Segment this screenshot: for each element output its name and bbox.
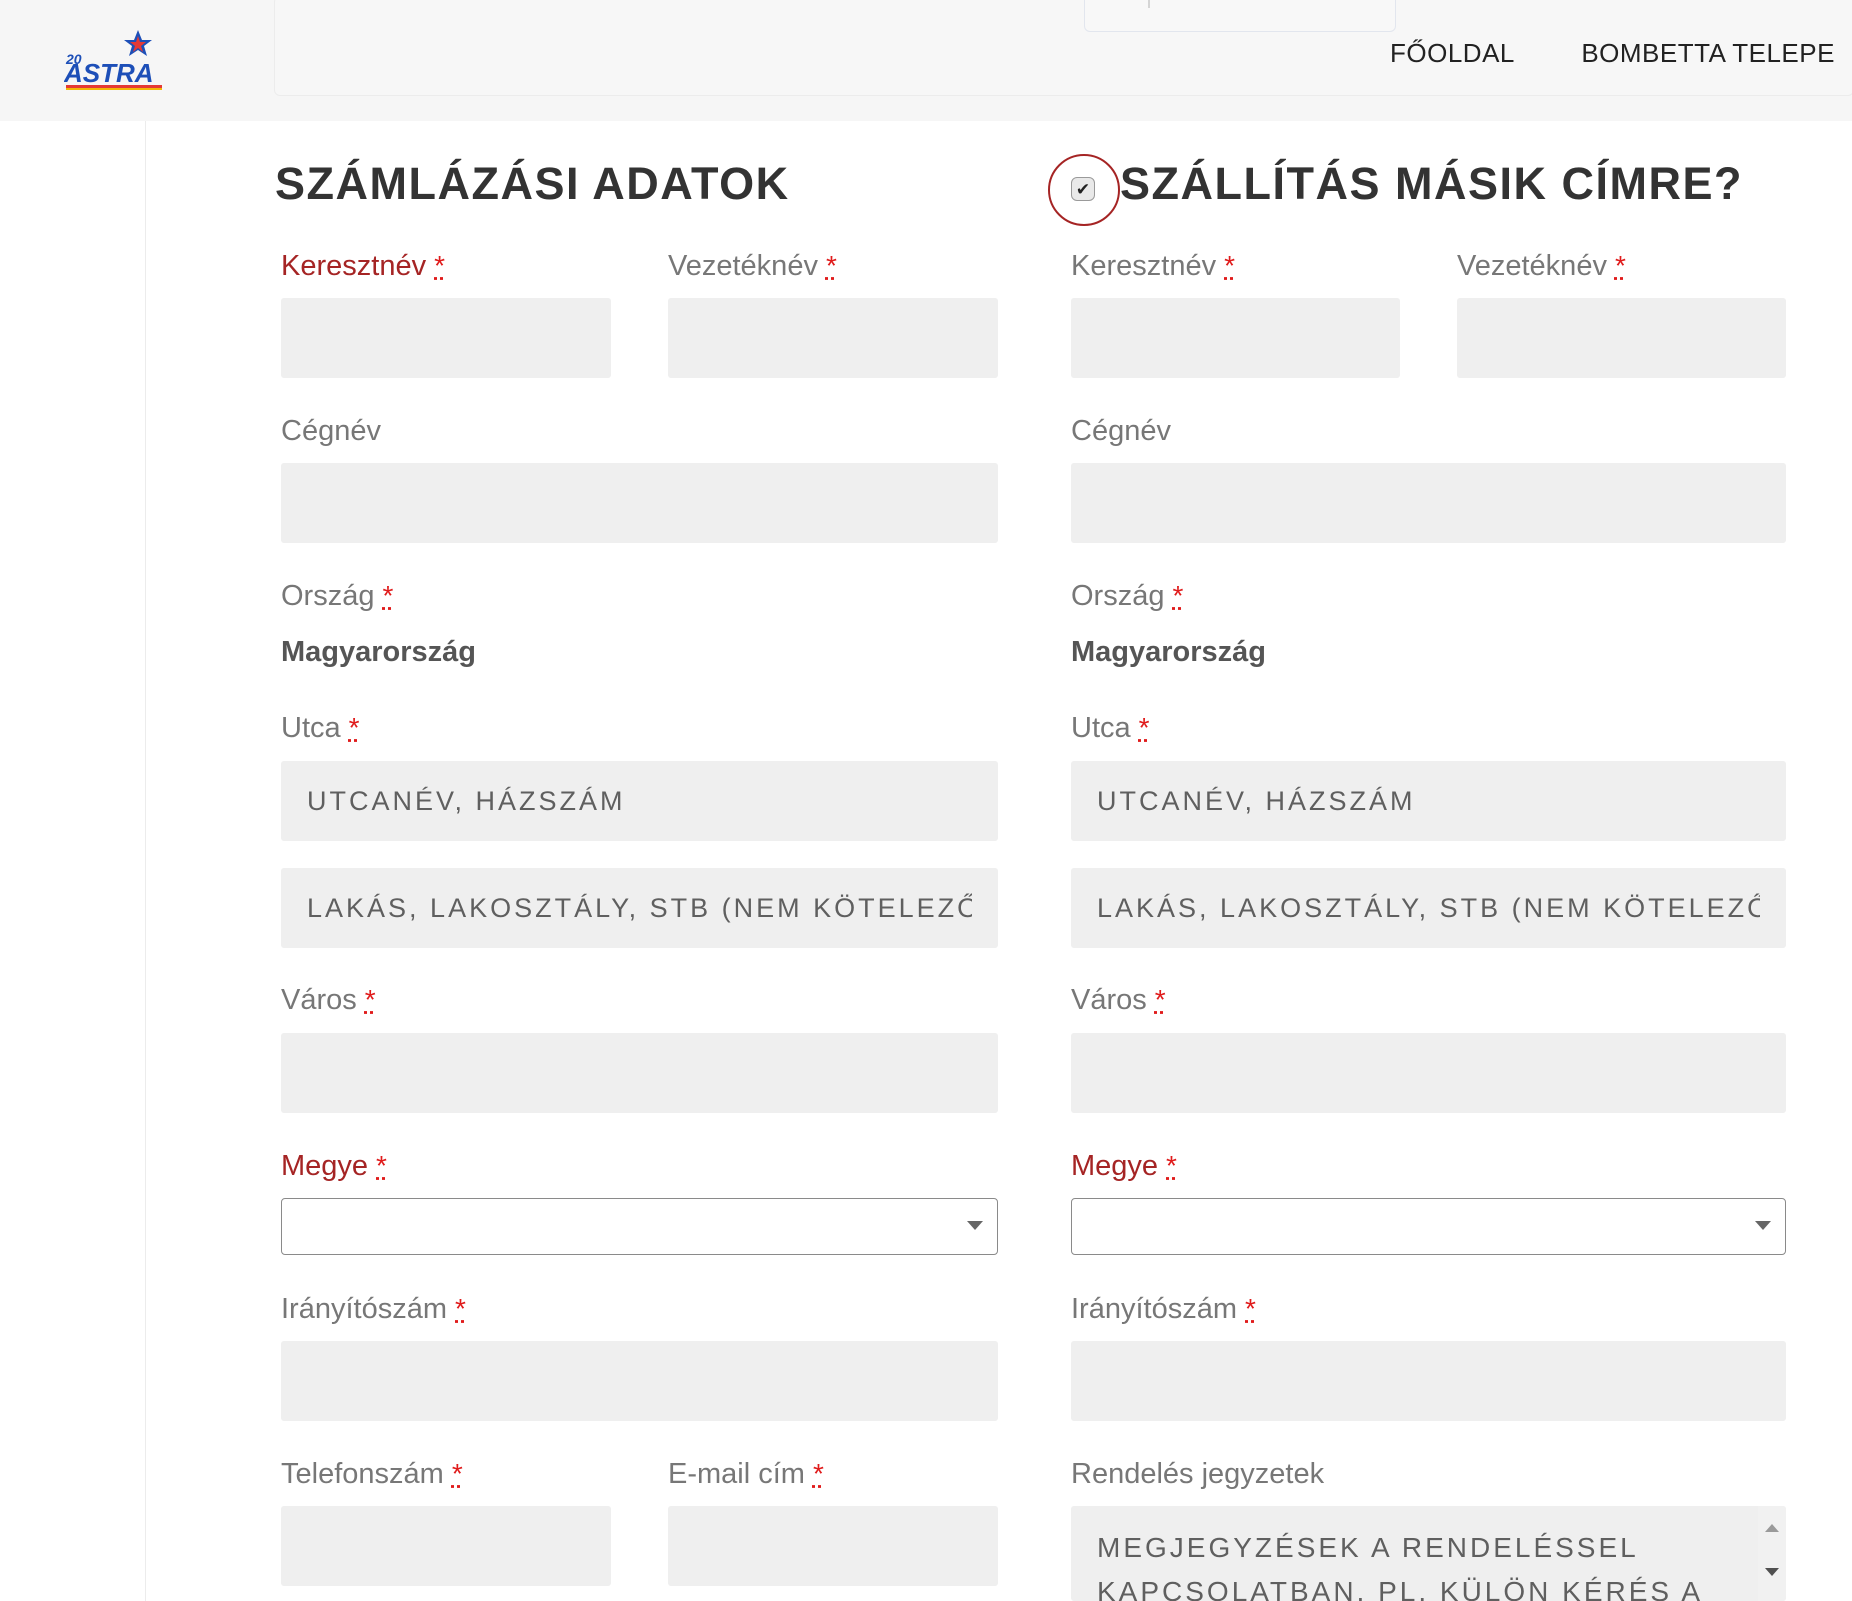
billing-company-label: Cégnév [281,415,381,447]
billing-street-label: Utca * [281,712,360,744]
billing-company-input[interactable] [281,463,998,543]
order-notes-placeholder: Megjegyzések a rendeléssel kapcsolatban,… [1097,1532,1703,1601]
required-mark: * [451,1458,463,1489]
content-left-border [145,121,146,1601]
billing-last-name-input[interactable] [668,298,998,378]
shipping-last-name-label: Vezetéknév * [1457,250,1626,282]
billing-title: SZÁMLÁZÁSI ADATOK [275,158,790,209]
shipping-first-name-label: Keresztnév * [1071,250,1235,282]
required-mark: * [1172,580,1184,611]
required-mark: * [376,1150,387,1181]
billing-street-input[interactable] [281,761,998,841]
astra-logo[interactable]: 20 ASTRA [64,28,168,92]
billing-country-value: Magyarország [281,636,477,668]
shipping-country-label: Ország * [1071,580,1184,612]
required-mark: * [364,984,376,1015]
chevron-down-icon [967,1221,983,1230]
shipping-street-label: Utca * [1071,712,1150,744]
shipping-zip-input[interactable] [1071,1341,1786,1421]
order-notes-label: Rendelés jegyzetek [1071,1458,1325,1490]
nav-home[interactable]: FŐOLDAL [1390,38,1515,69]
scroll-up-icon[interactable] [1765,1524,1779,1532]
required-mark: * [1224,250,1235,281]
billing-apartment-input[interactable] [281,868,998,948]
svg-text:ASTRA: ASTRA [64,58,154,88]
billing-city-label: Város * [281,984,376,1016]
ship-different-checkbox[interactable]: ✔ [1071,177,1095,201]
required-mark: * [825,250,837,281]
billing-zip-input[interactable] [281,1341,998,1421]
billing-phone-input[interactable] [281,1506,611,1586]
search-caret-icon [1148,0,1150,8]
billing-county-select[interactable] [281,1198,998,1255]
required-mark: * [1166,1150,1177,1181]
shipping-street-input[interactable] [1071,761,1786,841]
shipping-first-name-input[interactable] [1071,298,1400,378]
billing-city-input[interactable] [281,1033,998,1113]
shipping-country-value: Magyarország [1071,636,1267,668]
shipping-zip-label: Irányítószám * [1071,1293,1256,1325]
billing-first-name-input[interactable] [281,298,611,378]
billing-county-label: Megye * [281,1150,387,1182]
billing-phone-label: Telefonszám * [281,1458,463,1490]
order-notes-textarea[interactable]: Megjegyzések a rendeléssel kapcsolatban,… [1071,1506,1786,1601]
shipping-city-input[interactable] [1071,1033,1786,1113]
required-mark: * [382,580,394,611]
billing-first-name-label: Keresztnév * [281,250,445,282]
header-search-box[interactable] [1084,0,1396,32]
nav-bombetta[interactable]: BOMBETTA TELEPE [1581,38,1835,69]
billing-country-label: Ország * [281,580,394,612]
check-icon: ✔ [1075,179,1091,199]
chevron-down-icon [1755,1221,1771,1230]
shipping-county-select[interactable] [1071,1198,1786,1255]
required-mark: * [434,250,445,281]
billing-email-label: E-mail cím * [668,1458,824,1490]
billing-zip-label: Irányítószám * [281,1293,466,1325]
required-mark: * [1138,712,1150,743]
required-mark: * [1614,250,1626,281]
billing-email-input[interactable] [668,1506,998,1586]
required-mark: * [1245,1293,1256,1324]
shipping-company-input[interactable] [1071,463,1786,543]
shipping-city-label: Város * [1071,984,1166,1016]
shipping-county-label: Megye * [1071,1150,1177,1182]
shipping-apartment-input[interactable] [1071,868,1786,948]
shipping-company-label: Cégnév [1071,415,1171,447]
site-header: 20 ASTRA FŐOLDAL BOMBETTA TELEPE [0,0,1852,121]
ship-to-different-address-toggle[interactable]: ✔ [1048,154,1120,226]
billing-last-name-label: Vezetéknév * [668,250,837,282]
required-mark: * [348,712,360,743]
required-mark: * [812,1458,824,1489]
required-mark: * [455,1293,466,1324]
scroll-down-icon[interactable] [1765,1568,1779,1576]
required-mark: * [1154,984,1166,1015]
main-nav: FŐOLDAL BOMBETTA TELEPE [1390,38,1852,69]
shipping-title: SZÁLLÍTÁS MÁSIK CÍMRE? [1120,158,1743,209]
order-notes-scrollbar[interactable] [1758,1506,1786,1601]
shipping-last-name-input[interactable] [1457,298,1786,378]
